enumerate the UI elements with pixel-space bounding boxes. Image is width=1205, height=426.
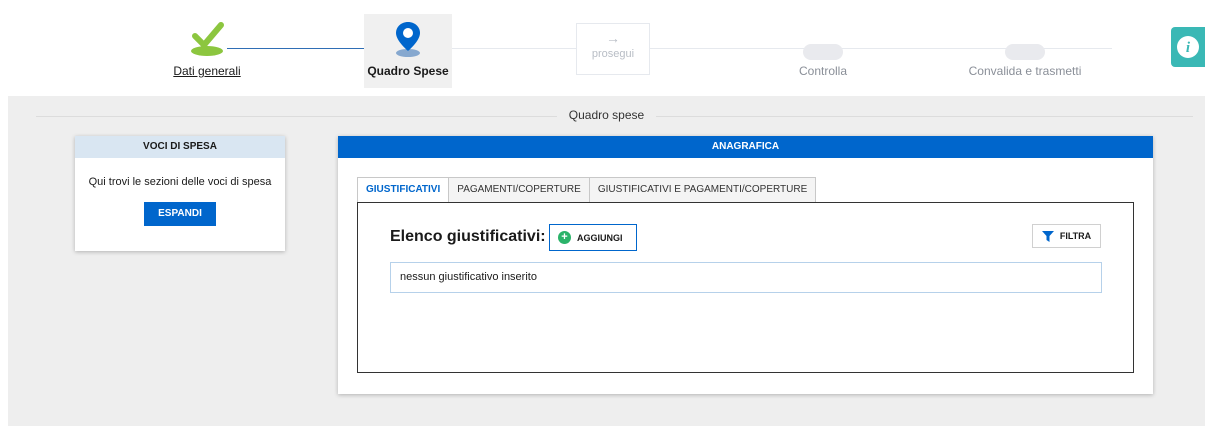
step-dati-generali[interactable]: Dati generali [162, 14, 252, 88]
espandi-button[interactable]: ESPANDI [144, 202, 216, 226]
step-label: Quadro Spese [367, 64, 449, 78]
info-button[interactable]: i [1171, 27, 1205, 67]
step-label[interactable]: Dati generali [162, 64, 252, 78]
filter-icon [1041, 230, 1054, 242]
pending-step-dot [803, 44, 843, 60]
tab-pagamenti-coperture[interactable]: PAGAMENTI/COPERTURE [449, 177, 590, 202]
page-title: Quadro spese [556, 108, 657, 122]
filtra-label: FILTRA [1059, 231, 1092, 241]
progress-stepper: Dati generali Quadro Spese → prosegui Co… [0, 0, 1205, 92]
check-icon [191, 22, 224, 56]
empty-list-message: nessun giustificativo inserito [390, 262, 1102, 293]
voci-description: Qui trovi le sezioni delle voci di spesa [88, 176, 272, 188]
map-pin-icon [396, 22, 420, 57]
section-title-wrap: Quadro spese [8, 108, 1205, 122]
prosegui-button[interactable]: → prosegui [576, 23, 650, 75]
tab-panel: Elenco giustificativi: 0 + AGGIUNGI FILT… [357, 202, 1134, 373]
info-icon: i [1177, 36, 1199, 58]
tab-giustificativi-e-pagamenti[interactable]: GIUSTIFICATIVI E PAGAMENTI/COPERTURE [589, 177, 817, 202]
anagrafica-header: ANAGRAFICA [338, 136, 1153, 158]
voci-header: VOCI DI SPESA [75, 136, 285, 158]
tab-giustificativi[interactable]: GIUSTIFICATIVI [357, 177, 450, 203]
list-title: Elenco giustificativi: 0 [390, 228, 559, 245]
step-label: Convalida e trasmetti [968, 64, 1082, 78]
plus-circle-icon: + [558, 231, 571, 244]
step-quadro-spese[interactable]: Quadro Spese [364, 14, 452, 88]
pending-step-dot [1005, 44, 1045, 60]
main-content: Quadro spese VOCI DI SPESA Qui trovi le … [8, 96, 1205, 426]
tab-bar: GIUSTIFICATIVI PAGAMENTI/COPERTURE GIUST… [357, 177, 817, 203]
anagrafica-card: ANAGRAFICA GIUSTIFICATIVI PAGAMENTI/COPE… [338, 136, 1153, 394]
prosegui-label: prosegui [591, 48, 635, 60]
voci-di-spesa-card: VOCI DI SPESA Qui trovi le sezioni delle… [75, 136, 285, 251]
aggiungi-button[interactable]: + AGGIUNGI [549, 224, 637, 251]
step-convalida-trasmetti: Convalida e trasmetti [955, 14, 1095, 88]
aggiungi-label: AGGIUNGI [577, 232, 623, 243]
arrow-right-icon: → [606, 30, 620, 46]
step-label: Controlla [798, 64, 848, 78]
filtra-button[interactable]: FILTRA [1032, 224, 1101, 248]
step-controlla: Controlla [778, 14, 868, 88]
